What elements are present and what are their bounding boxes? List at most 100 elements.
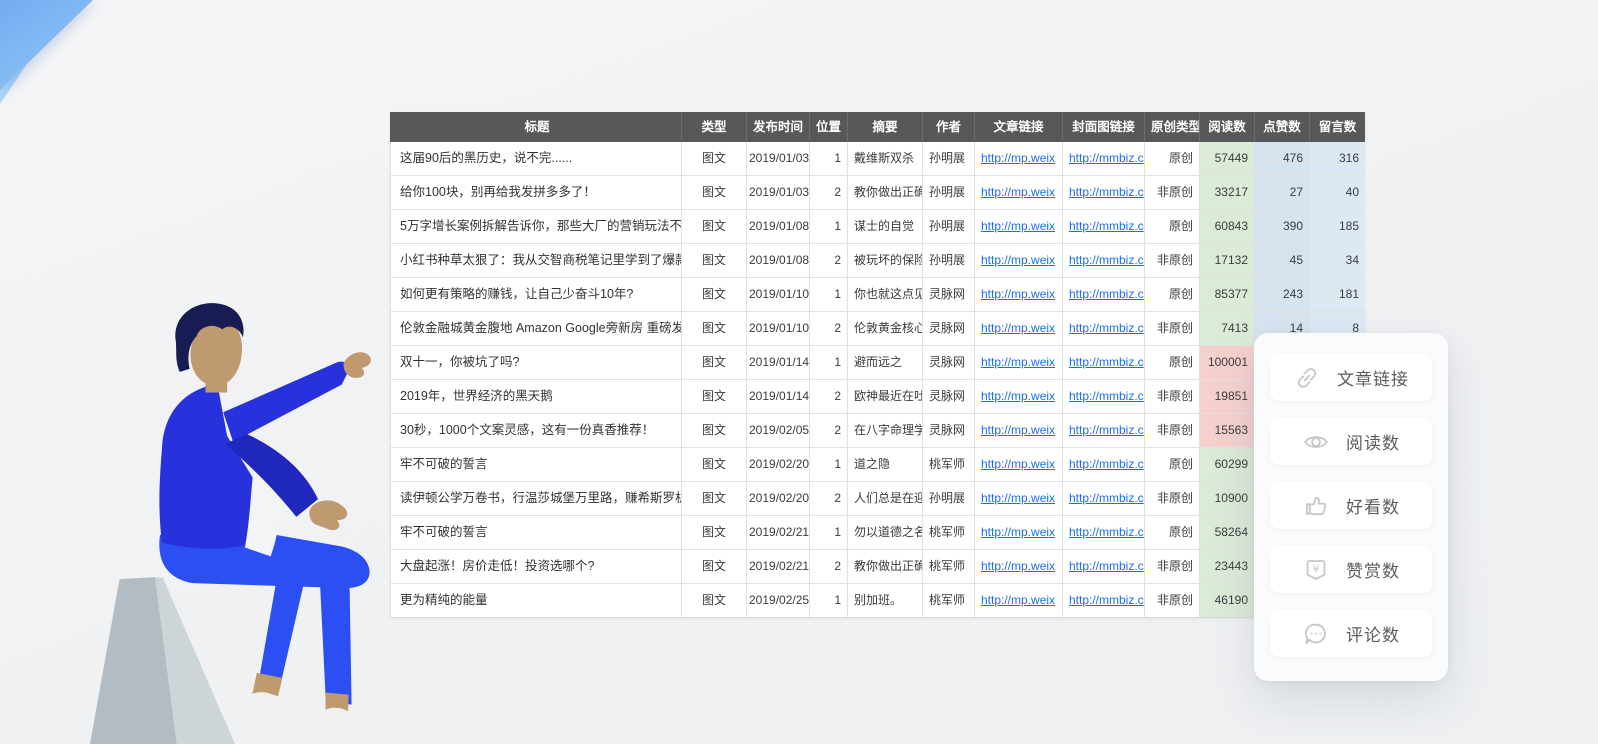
- article-link[interactable]: http://mp.weix: [975, 176, 1063, 209]
- author-cell: 灵脉网: [923, 278, 975, 311]
- date-cell: 2019/02/20: [747, 482, 810, 515]
- column-header: 文章链接: [975, 112, 1063, 142]
- cover-link[interactable]: http://mmbiz.c: [1063, 516, 1145, 549]
- panel-item-reads[interactable]: 阅读数: [1270, 418, 1432, 465]
- original-type-cell: 非原创: [1145, 312, 1200, 345]
- panel-item-likes[interactable]: 好看数: [1270, 482, 1432, 529]
- original-type-cell: 非原创: [1145, 482, 1200, 515]
- cover-link[interactable]: http://mmbiz.c: [1063, 210, 1145, 243]
- cover-link[interactable]: http://mmbiz.c: [1063, 346, 1145, 379]
- reads-cell: 15563: [1200, 414, 1255, 447]
- position-cell: 1: [810, 142, 848, 175]
- article-link[interactable]: http://mp.weix: [975, 244, 1063, 277]
- original-type-cell: 非原创: [1145, 414, 1200, 447]
- table-row: 小红书种草太狠了：我从交智商税笔记里学到了爆款套路 图文 2019/01/08 …: [390, 244, 1365, 278]
- author-cell: 孙明展: [923, 176, 975, 209]
- likes-cell: 27: [1255, 176, 1310, 209]
- reads-cell: 7413: [1200, 312, 1255, 345]
- article-link[interactable]: http://mp.weix: [975, 380, 1063, 413]
- original-type-cell: 非原创: [1145, 550, 1200, 583]
- column-header: 留言数: [1310, 112, 1365, 142]
- reads-cell: 46190: [1200, 584, 1255, 617]
- table-body: 这届90后的黑历史，说不完...... 图文 2019/01/03 1 戴维斯双…: [390, 142, 1365, 618]
- summary-cell: 教你做出正确: [848, 176, 923, 209]
- article-link[interactable]: http://mp.weix: [975, 550, 1063, 583]
- cover-link[interactable]: http://mmbiz.c: [1063, 550, 1145, 583]
- title-cell: 更为精纯的能量: [390, 584, 682, 617]
- original-type-cell: 非原创: [1145, 584, 1200, 617]
- author-cell: 灵脉网: [923, 380, 975, 413]
- position-cell: 2: [810, 414, 848, 447]
- author-cell: 孙明展: [923, 244, 975, 277]
- position-cell: 2: [810, 244, 848, 277]
- summary-cell: 欧神最近在吐: [848, 380, 923, 413]
- original-type-cell: 原创: [1145, 346, 1200, 379]
- author-cell: 灵脉网: [923, 312, 975, 345]
- article-link[interactable]: http://mp.weix: [975, 414, 1063, 447]
- cover-link[interactable]: http://mmbiz.c: [1063, 142, 1145, 175]
- original-type-cell: 原创: [1145, 210, 1200, 243]
- column-header: 作者: [923, 112, 975, 142]
- column-header: 摘要: [848, 112, 923, 142]
- reads-cell: 58264: [1200, 516, 1255, 549]
- reward-icon: ¥: [1302, 556, 1330, 584]
- cover-link[interactable]: http://mmbiz.c: [1063, 312, 1145, 345]
- reads-cell: 23443: [1200, 550, 1255, 583]
- eye-icon: [1302, 428, 1330, 456]
- column-header: 原创类型: [1145, 112, 1200, 142]
- reads-cell: 85377: [1200, 278, 1255, 311]
- comments-cell: 316: [1310, 142, 1365, 175]
- title-cell: 伦敦金融城黄金腹地 Amazon Google旁新房 重磅发售: [390, 312, 682, 345]
- date-cell: 2019/02/20: [747, 448, 810, 481]
- author-cell: 桃军师: [923, 448, 975, 481]
- column-header: 封面图链接: [1063, 112, 1145, 142]
- table-row: 双十一，你被坑了吗? 图文 2019/01/14 1 避而远之 灵脉网 http…: [390, 346, 1365, 380]
- cover-link[interactable]: http://mmbiz.c: [1063, 448, 1145, 481]
- summary-cell: 谋士的自觉: [848, 210, 923, 243]
- original-type-cell: 原创: [1145, 448, 1200, 481]
- panel-item-rewards[interactable]: ¥ 赞赏数: [1270, 546, 1432, 593]
- column-header: 发布时间: [747, 112, 810, 142]
- article-link[interactable]: http://mp.weix: [975, 278, 1063, 311]
- author-cell: 桃军师: [923, 584, 975, 617]
- title-cell: 双十一，你被坑了吗?: [390, 346, 682, 379]
- cover-link[interactable]: http://mmbiz.c: [1063, 482, 1145, 515]
- title-cell: 5万字增长案例拆解告诉你，那些大厂的营销玩法不过如此: [390, 210, 682, 243]
- article-link[interactable]: http://mp.weix: [975, 142, 1063, 175]
- cover-link[interactable]: http://mmbiz.c: [1063, 380, 1145, 413]
- reads-cell: 60299: [1200, 448, 1255, 481]
- articles-table: 标题类型发布时间位置摘要作者文章链接封面图链接原创类型阅读数点赞数留言数 这届9…: [390, 112, 1365, 618]
- column-header: 类型: [682, 112, 747, 142]
- original-type-cell: 非原创: [1145, 380, 1200, 413]
- date-cell: 2019/01/03: [747, 142, 810, 175]
- cover-link[interactable]: http://mmbiz.c: [1063, 176, 1145, 209]
- position-cell: 2: [810, 380, 848, 413]
- cover-link[interactable]: http://mmbiz.c: [1063, 414, 1145, 447]
- panel-item-article-link[interactable]: 文章链接: [1270, 354, 1432, 401]
- cover-link[interactable]: http://mmbiz.c: [1063, 244, 1145, 277]
- likes-cell: 476: [1255, 142, 1310, 175]
- metrics-panel: 文章链接 阅读数 好看数 ¥ 赞赏数: [1254, 333, 1448, 681]
- reads-cell: 10900: [1200, 482, 1255, 515]
- panel-item-comments[interactable]: 评论数: [1270, 610, 1432, 657]
- cover-link[interactable]: http://mmbiz.c: [1063, 278, 1145, 311]
- position-cell: 2: [810, 176, 848, 209]
- article-link[interactable]: http://mp.weix: [975, 346, 1063, 379]
- table-row: 大盘起涨！房价走低！投资选哪个? 图文 2019/02/21 2 教你做出正确 …: [390, 550, 1365, 584]
- cover-link[interactable]: http://mmbiz.c: [1063, 584, 1145, 617]
- title-cell: 读伊顿公学万卷书，行温莎城堡万里路，赚希斯罗机场: [390, 482, 682, 515]
- thumbs-up-icon: [1302, 492, 1330, 520]
- table-row: 更为精纯的能量 图文 2019/02/25 1 别加班。 桃军师 http://…: [390, 584, 1365, 618]
- article-link[interactable]: http://mp.weix: [975, 448, 1063, 481]
- article-link[interactable]: http://mp.weix: [975, 482, 1063, 515]
- original-type-cell: 原创: [1145, 278, 1200, 311]
- article-link[interactable]: http://mp.weix: [975, 584, 1063, 617]
- title-cell: 小红书种草太狠了：我从交智商税笔记里学到了爆款套路: [390, 244, 682, 277]
- table-row: 牢不可破的誓言 图文 2019/02/21 1 勿以道德之名 桃军师 http:…: [390, 516, 1365, 550]
- table-row: 牢不可破的誓言 图文 2019/02/20 1 道之隐 桃军师 http://m…: [390, 448, 1365, 482]
- article-link[interactable]: http://mp.weix: [975, 210, 1063, 243]
- type-cell: 图文: [682, 142, 747, 175]
- article-link[interactable]: http://mp.weix: [975, 516, 1063, 549]
- article-link[interactable]: http://mp.weix: [975, 312, 1063, 345]
- original-type-cell: 非原创: [1145, 244, 1200, 277]
